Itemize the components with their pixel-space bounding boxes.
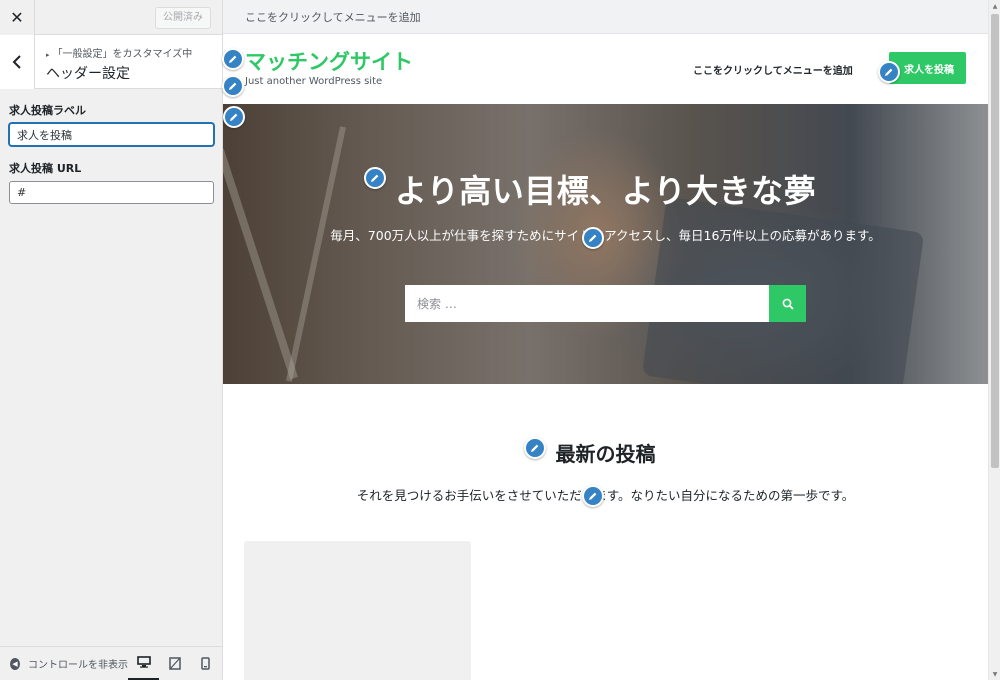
edit-hero-title-pencil-icon[interactable] bbox=[364, 167, 386, 189]
hero-search-form: 検索 … bbox=[405, 285, 806, 322]
edit-tagline-pencil-icon[interactable] bbox=[222, 75, 244, 97]
section-header: ▸ 「一般設定」をカスタマイズ中 ヘッダー設定 bbox=[0, 35, 222, 89]
preview-desktop-button[interactable] bbox=[128, 647, 159, 680]
search-icon bbox=[782, 298, 794, 310]
edit-latest-title-pencil-icon[interactable] bbox=[524, 437, 546, 459]
section-title: ヘッダー設定 bbox=[46, 66, 130, 82]
mobile-icon bbox=[201, 657, 210, 670]
close-customizer-button[interactable]: ✕ bbox=[0, 0, 35, 35]
edit-post-job-button-pencil-icon[interactable] bbox=[878, 61, 900, 83]
latest-posts-title: 最新の投稿 bbox=[555, 442, 656, 466]
collapse-left-icon: ◀ bbox=[10, 657, 20, 670]
search-button[interactable] bbox=[769, 285, 806, 322]
hero-subtitle: 毎月、700万人以上が仕事を探すためにサイトにアクセスし、毎日16万件以上の応募… bbox=[330, 228, 881, 243]
hero-title: より高い目標、より大きな夢 bbox=[394, 172, 817, 210]
job-url-field-label: 求人投稿 URL bbox=[9, 162, 82, 175]
customizer-sidebar: ✕ 公開済み ▸ 「一般設定」をカスタマイズ中 ヘッダー設定 求人投稿ラベル 求人… bbox=[0, 0, 223, 680]
edit-site-title-pencil-icon[interactable] bbox=[222, 48, 244, 70]
latest-posts-subtitle: それを見つけるお手伝いをさせていただきます。なりたい自分になるための第一歩です。 bbox=[356, 488, 855, 503]
preview-tablet-button[interactable] bbox=[159, 647, 190, 680]
scrollbar-thumb[interactable] bbox=[991, 14, 999, 468]
triangle-right-icon: ▸ bbox=[46, 51, 50, 59]
header-menu-link[interactable]: ここをクリックしてメニューを追加 bbox=[693, 62, 853, 77]
close-icon: ✕ bbox=[10, 7, 24, 27]
edit-hero-subtitle-pencil-icon[interactable] bbox=[582, 227, 604, 249]
scroll-down-arrow-icon[interactable]: ▼ bbox=[989, 668, 1000, 680]
edit-header-image-pencil-icon[interactable] bbox=[223, 106, 245, 128]
desktop-icon bbox=[136, 656, 151, 668]
tablet-icon bbox=[168, 657, 181, 670]
breadcrumb: ▸ 「一般設定」をカスタマイズ中 bbox=[46, 49, 193, 60]
job-label-field-label: 求人投稿ラベル bbox=[9, 104, 86, 117]
site-tagline: Just another WordPress site bbox=[245, 76, 383, 87]
preview-mobile-button[interactable] bbox=[190, 647, 221, 680]
edit-latest-subtitle-pencil-icon[interactable] bbox=[582, 485, 604, 507]
sidebar-footer: ◀ コントロールを非表示 bbox=[0, 646, 222, 680]
site-header: マッチングサイト Just another WordPress site ここを… bbox=[223, 34, 988, 104]
site-preview: ここをクリックしてメニューを追加 マッチングサイト Just another W… bbox=[223, 0, 988, 680]
published-button[interactable]: 公開済み bbox=[155, 7, 211, 29]
post-job-button[interactable]: 求人を投稿 bbox=[889, 52, 966, 84]
search-input[interactable]: 検索 … bbox=[405, 285, 769, 322]
site-title[interactable]: マッチングサイト bbox=[245, 46, 413, 76]
preview-menu-bar: ここをクリックしてメニューを追加 bbox=[223, 0, 988, 34]
sidebar-header: ✕ 公開済み bbox=[0, 0, 222, 35]
hide-controls-button[interactable]: ◀ コントロールを非表示 bbox=[0, 656, 128, 671]
scroll-up-arrow-icon[interactable]: ▲ bbox=[989, 0, 1000, 12]
back-button[interactable] bbox=[0, 35, 35, 89]
job-label-input[interactable] bbox=[9, 123, 214, 146]
job-url-input[interactable] bbox=[9, 181, 214, 204]
hero-banner: より高い目標、より大きな夢 毎月、700万人以上が仕事を探すためにサイトにアクセ… bbox=[223, 104, 988, 384]
add-menu-link[interactable]: ここをクリックしてメニューを追加 bbox=[245, 9, 421, 25]
chevron-left-icon bbox=[12, 55, 21, 69]
preview-scrollbar[interactable]: ▲ ▼ bbox=[988, 0, 1000, 680]
post-card[interactable] bbox=[244, 541, 471, 680]
